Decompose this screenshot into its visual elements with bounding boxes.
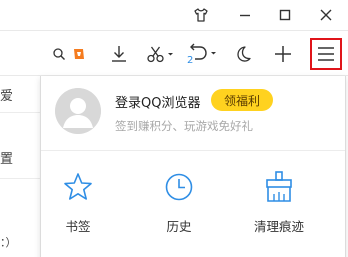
scissors-icon[interactable] <box>142 41 178 67</box>
plus-icon[interactable] <box>270 41 296 67</box>
menu-button[interactable] <box>310 38 342 70</box>
minimize-icon[interactable] <box>234 4 256 26</box>
page-divider <box>0 112 42 113</box>
feature-label: 书签 <box>65 219 91 234</box>
maximize-icon[interactable] <box>274 4 296 26</box>
broom-icon <box>239 170 319 204</box>
moon-icon[interactable] <box>230 41 256 67</box>
translate-icon[interactable] <box>68 41 90 67</box>
avatar[interactable] <box>55 88 101 134</box>
toolbar: 2 <box>0 30 348 76</box>
history-button[interactable]: 历史 <box>139 170 219 235</box>
undo-badge: 2 <box>187 55 194 66</box>
page-fragment: 置 <box>0 152 14 167</box>
browser-window: 2 爱 置 ：） 登录QQ浏览器 领福利 签到赚积分、玩游戏免好礼 书签 历史 … <box>0 0 348 257</box>
panel-divider <box>41 150 345 151</box>
login-link[interactable]: 登录QQ浏览器 <box>115 92 200 111</box>
star-icon <box>38 170 118 204</box>
feature-label: 清理痕迹 <box>253 219 304 234</box>
bookmarks-button[interactable]: 书签 <box>38 170 118 235</box>
login-subtitle: 签到赚积分、玩游戏免好礼 <box>115 119 253 133</box>
feature-label: 历史 <box>166 219 192 234</box>
reward-button[interactable]: 领福利 <box>211 89 273 111</box>
main-menu-panel: 登录QQ浏览器 领福利 签到赚积分、玩游戏免好礼 书签 历史 清理痕迹 <box>40 76 346 257</box>
undo-icon[interactable]: 2 <box>184 41 220 67</box>
title-bar <box>0 0 348 30</box>
page-fragment: 爱 <box>0 89 14 104</box>
download-icon[interactable] <box>106 41 132 67</box>
menu-icon <box>318 47 334 61</box>
clear-traces-button[interactable]: 清理痕迹 <box>239 170 319 235</box>
close-icon[interactable] <box>315 4 337 26</box>
tshirt-icon[interactable] <box>190 4 212 26</box>
page-divider <box>0 178 42 179</box>
search-icon[interactable] <box>50 41 68 67</box>
clock-icon <box>139 170 219 204</box>
page-fragment: ：） <box>0 236 17 249</box>
